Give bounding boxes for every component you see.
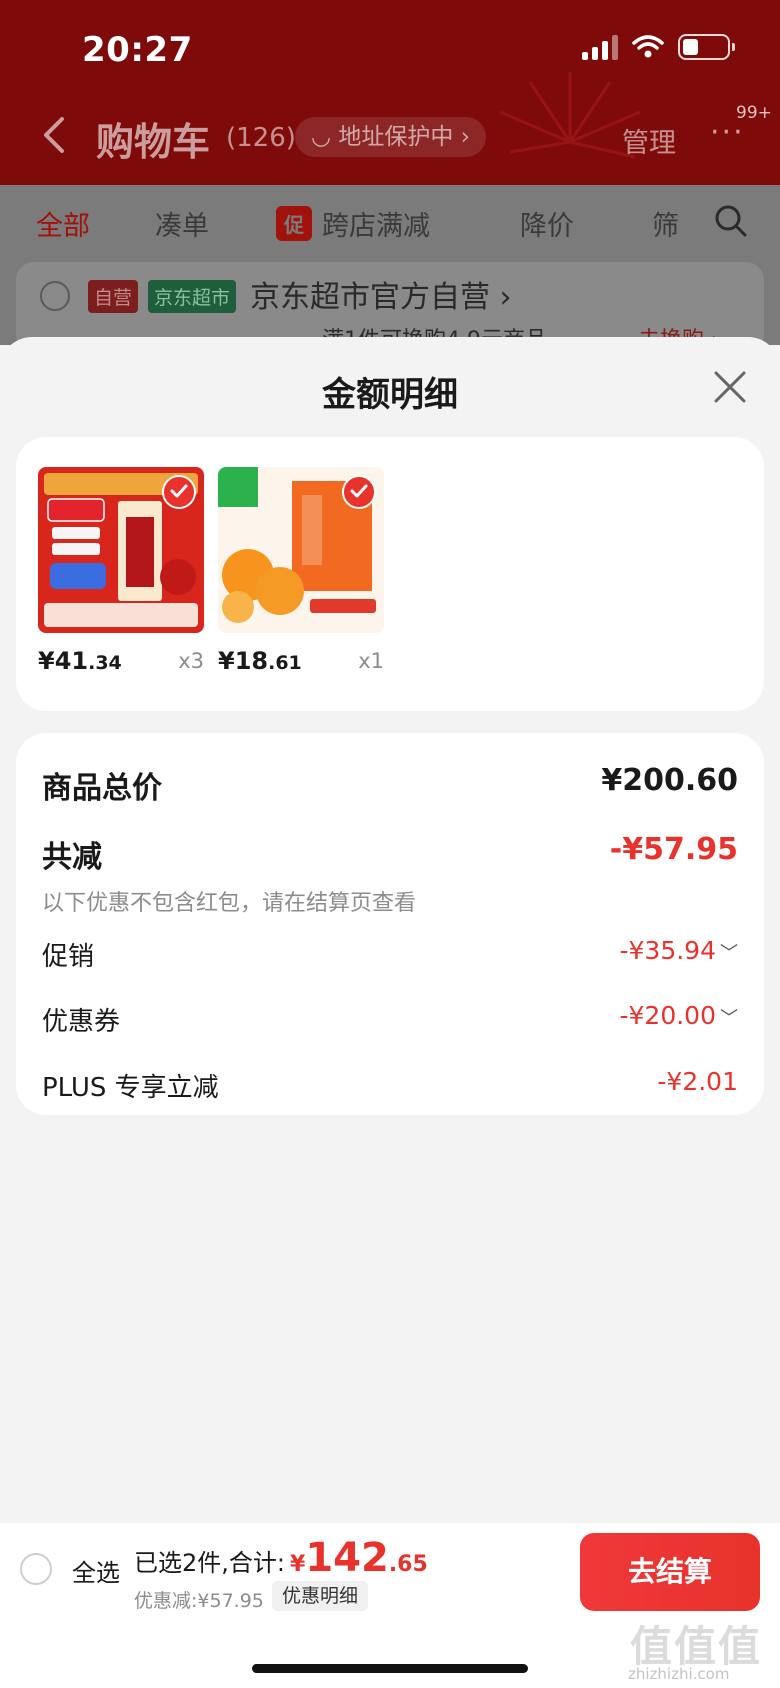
price-integer: ¥41 [38,647,89,675]
jd-supermarket-tag: 京东超市 [148,280,237,313]
filter-tabs: 全部 凑单 促跨店满减 降价 筛 [0,200,780,250]
promotion-value: -¥35.94 [619,936,717,965]
smile-icon: ◡ [311,124,339,150]
saved-amount: 优惠减:¥57.95 [134,1590,264,1612]
product-quantity: x1 [358,649,384,673]
price-integer: ¥18 [218,647,269,675]
search-icon[interactable] [713,203,749,239]
products-card: ¥41.34 x3 ¥18.61 x1 [16,437,764,711]
plus-discount-label: PLUS 专享立减 [42,1073,219,1103]
promotion-value-wrap: -¥35.94 ﹀ [620,936,739,965]
address-protection-chip[interactable]: ◡ 地址保护中 › [295,117,486,157]
sheet-title: 金额明细 [322,375,458,415]
coupon-value-wrap: -¥20.00 ﹀ [620,1001,739,1030]
total-reduction-value: -¥57.95 [609,832,738,867]
watermark-url: zhizhizhi.com [628,1665,730,1683]
status-icons [582,34,735,60]
price-decimal: .61 [268,652,302,674]
selected-check-icon [162,475,196,509]
total-decimal: .65 [388,1552,428,1577]
product-price: ¥18.61 [218,647,302,675]
total-integer: 142 [305,1535,389,1581]
price-decimal: .34 [88,652,122,674]
promotion-label: 促销 [42,942,95,972]
store-select-radio[interactable] [40,281,70,311]
chevron-down-icon: ﹀ [720,943,738,964]
plus-discount-value: -¥2.01 [657,1067,738,1096]
battery-icon [678,34,735,60]
total-currency: ¥ [290,1552,306,1577]
goods-total-value: ¥200.60 [601,763,738,798]
promo-tag: 促 [276,206,312,241]
selected-info: 已选2件,合计: [134,1549,285,1577]
product-thumbnail [38,467,204,633]
manage-button[interactable]: 管理 [622,121,676,160]
discount-detail-button[interactable]: 优惠明细 [272,1581,369,1611]
product-price: ¥41.34 [38,647,122,675]
nav-bar: 购物车 (126) ◡ 地址保护中 › 管理 ··· 99+ [0,103,780,175]
product-item[interactable]: ¥18.61 x1 [218,467,384,675]
total-amount: ¥142.65 [290,1535,428,1581]
tab-filter[interactable]: 筛 [652,204,679,243]
tab-price-drop[interactable]: 降价 [520,204,574,243]
select-all-label[interactable]: 全选 [72,1553,120,1588]
product-item[interactable]: ¥41.34 x3 [38,467,204,675]
status-time: 20:27 [82,30,193,70]
product-quantity: x3 [178,649,204,673]
product-thumbnail [218,467,384,633]
checkout-button[interactable]: 去结算 [580,1533,760,1611]
price-summary-card: 商品总价 ¥200.60 共减 -¥57.95 以下优惠不包含红包，请在结算页查… [16,733,764,1115]
tab-cross-store[interactable]: 促跨店满减 [276,204,430,243]
cellular-signal-icon [582,34,618,60]
amount-detail-sheet: 金额明细 ¥41.34 x3 ¥18.61 x1 商品总价 ¥200.60 共减… [0,337,780,1688]
tab-cross-store-label: 跨店满减 [322,211,430,242]
store-name[interactable]: 京东超市官方自营 › [250,272,512,316]
cart-count: (126) [226,123,296,153]
message-badge: 99+ [736,103,772,123]
tab-bundle[interactable]: 凑单 [155,204,209,243]
back-arrow-icon[interactable] [40,113,66,157]
select-all-radio[interactable] [20,1553,52,1585]
home-indicator [252,1664,528,1673]
self-operated-tag: 自营 [88,280,139,313]
total-reduction-label: 共减 [42,840,102,875]
coupon-label: 优惠券 [42,1007,121,1037]
tab-all[interactable]: 全部 [36,204,90,243]
discount-note: 以下优惠不包含红包，请在结算页查看 [42,891,417,916]
close-icon[interactable] [712,369,748,405]
page-title: 购物车 [96,120,211,164]
checkout-bar: 全选 已选2件,合计: ¥142.65 优惠减:¥57.95 优惠明细 去结算 … [0,1523,780,1688]
wifi-icon [632,35,664,58]
chevron-down-icon: ﹀ [720,1008,738,1029]
coupon-value: -¥20.00 [619,1001,717,1030]
selected-check-icon [342,475,376,509]
goods-total-label: 商品总价 [42,771,162,806]
address-protection-label: 地址保护中 › [338,124,470,150]
